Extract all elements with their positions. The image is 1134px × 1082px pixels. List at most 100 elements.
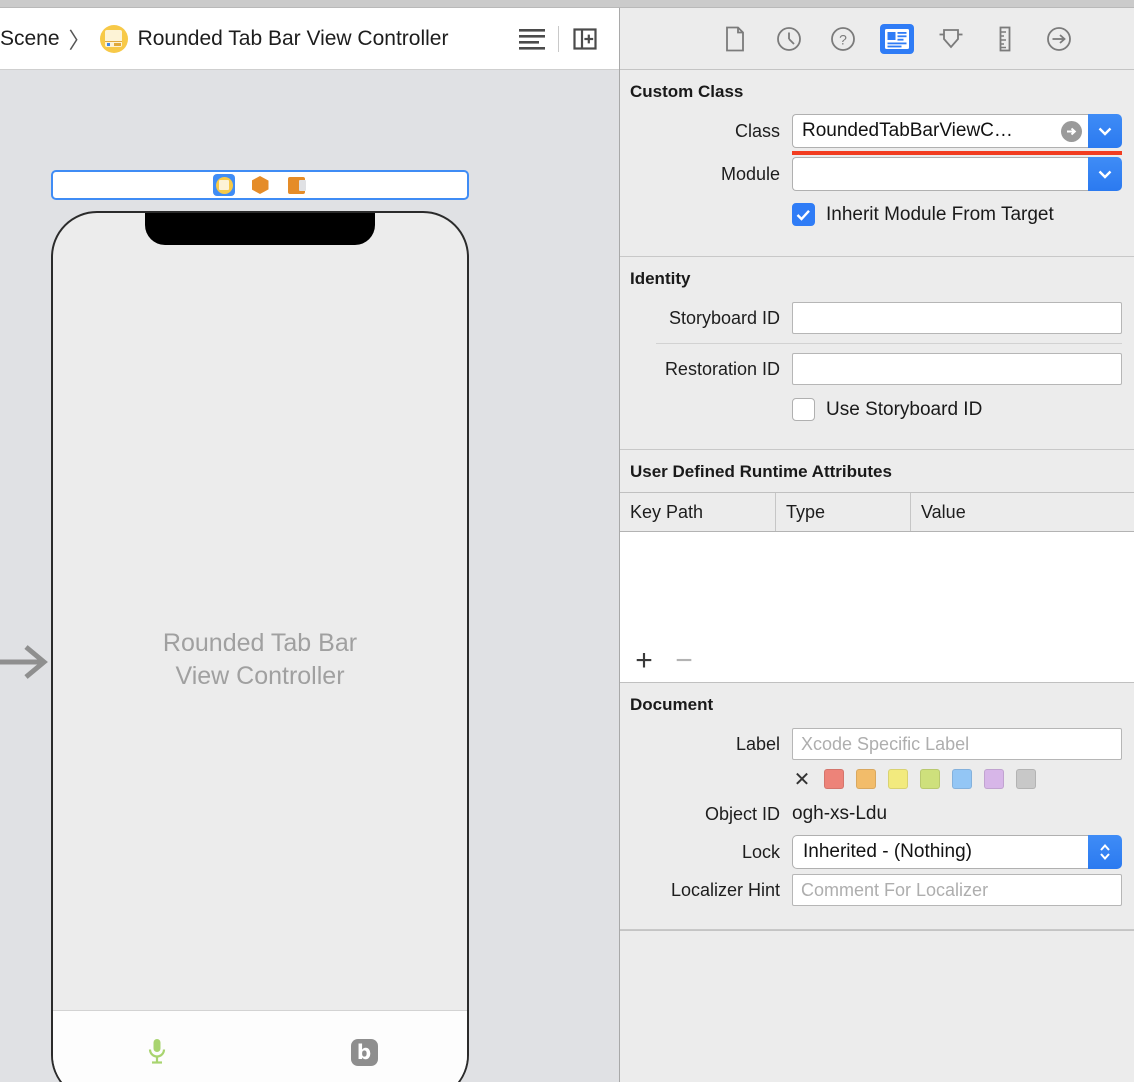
add-editor-icon[interactable] — [565, 19, 605, 59]
runtime-attributes-table-header: Key Path Type Value — [620, 492, 1134, 532]
module-dropdown-button[interactable] — [1088, 157, 1122, 191]
remove-attribute-button[interactable]: − — [672, 646, 696, 676]
custom-class-heading: Custom Class — [620, 70, 1134, 112]
color-swatch-blue[interactable] — [952, 769, 972, 789]
identity-inspector-tab[interactable] — [880, 24, 914, 54]
file-inspector-tab[interactable] — [718, 24, 752, 54]
class-value: RoundedTabBarViewC… — [802, 120, 1013, 142]
chevron-down-icon — [1097, 126, 1113, 136]
restoration-id-row: Restoration ID — [620, 350, 1134, 388]
breadcrumb-scene[interactable]: Scene — [0, 27, 60, 51]
breadcrumb-separator: 〉 — [69, 23, 91, 55]
localizer-hint-row: Localizer Hint Comment For Localizer — [620, 871, 1134, 909]
module-row: Module — [620, 155, 1134, 193]
placeholder-line-2: View Controller — [53, 660, 467, 693]
color-swatch-red[interactable] — [824, 769, 844, 789]
class-dropdown-button[interactable] — [1088, 114, 1122, 148]
attributes-inspector-tab[interactable] — [934, 24, 968, 54]
arrow-circle-right-icon — [1046, 26, 1072, 52]
object-id-value: ogh-xs-Ldu — [792, 803, 1122, 825]
inherit-module-label: Inherit Module From Target — [826, 204, 1054, 226]
use-storyboard-id-label: Use Storyboard ID — [826, 399, 982, 421]
color-swatch-purple[interactable] — [984, 769, 1004, 789]
lock-select[interactable]: Inherited - (Nothing) — [792, 835, 1122, 869]
class-input[interactable]: RoundedTabBarViewC… — [792, 114, 1088, 148]
first-responder-dock-icon[interactable] — [249, 174, 271, 196]
document-label-input[interactable]: Xcode Specific Label — [792, 728, 1122, 760]
chevron-up-down-icon — [1098, 842, 1112, 862]
localizer-hint-label: Localizer Hint — [630, 880, 792, 901]
inspector-empty-tail — [620, 930, 1134, 1082]
scene-dock — [51, 170, 469, 200]
tab-item-microphone[interactable] — [137, 1035, 177, 1069]
slider-shield-icon — [937, 26, 965, 52]
column-header-key-path[interactable]: Key Path — [620, 493, 775, 531]
b-badge-icon: b — [351, 1039, 378, 1066]
size-inspector-tab[interactable] — [988, 24, 1022, 54]
identity-section: Identity Storyboard ID Restoration ID Us… — [620, 257, 1134, 450]
question-icon: ? — [830, 26, 856, 52]
identity-card-icon — [884, 28, 910, 50]
breadcrumb: Scene 〉 Rounded Tab Bar View Controller — [0, 23, 512, 55]
device-preview[interactable]: Rounded Tab Bar View Controller — [51, 211, 469, 1082]
module-combo[interactable] — [792, 157, 1122, 191]
jump-to-definition-icon[interactable] — [1061, 121, 1082, 142]
placeholder-line-1: Rounded Tab Bar — [53, 627, 467, 660]
restoration-id-input[interactable] — [792, 353, 1122, 385]
class-row: Class RoundedTabBarViewC… — [620, 112, 1134, 150]
connections-inspector-tab[interactable] — [1042, 24, 1076, 54]
ruler-icon — [995, 26, 1015, 52]
jump-bar-divider — [558, 26, 559, 52]
lock-value: Inherited - (Nothing) — [792, 835, 1088, 869]
add-attribute-button[interactable]: + — [632, 646, 656, 676]
xcode-interface-builder-window: Scene 〉 Rounded Tab Bar View Controller — [0, 0, 1134, 1082]
file-icon — [724, 26, 746, 52]
chevron-down-icon — [1097, 169, 1113, 179]
view-controller-placeholder-title: Rounded Tab Bar View Controller — [53, 627, 467, 693]
inherit-module-row[interactable]: Inherit Module From Target — [620, 193, 1134, 238]
clock-icon — [776, 26, 802, 52]
color-swatch-green[interactable] — [920, 769, 940, 789]
inspector-tab-bar: ? — [620, 8, 1134, 70]
document-heading: Document — [620, 683, 1134, 725]
lock-stepper-button[interactable] — [1088, 835, 1122, 869]
jump-bar-tools — [512, 19, 605, 59]
breadcrumb-item-label[interactable]: Rounded Tab Bar View Controller — [138, 27, 449, 51]
view-controller-dock-icon[interactable] — [213, 174, 235, 196]
color-swatch-gray[interactable] — [1016, 769, 1036, 789]
lock-label: Lock — [630, 842, 792, 863]
jump-bar: Scene 〉 Rounded Tab Bar View Controller — [0, 8, 619, 70]
tab-item-b[interactable]: b — [344, 1035, 384, 1069]
class-label: Class — [630, 121, 792, 142]
clear-color-button[interactable]: ✕ — [792, 769, 812, 789]
microphone-icon — [145, 1037, 169, 1067]
document-outline-icon[interactable] — [512, 19, 552, 59]
svg-text:?: ? — [839, 31, 847, 47]
color-swatch-orange[interactable] — [856, 769, 876, 789]
color-swatch-yellow[interactable] — [888, 769, 908, 789]
use-storyboard-id-checkbox[interactable] — [792, 398, 815, 421]
quick-help-inspector-tab[interactable]: ? — [826, 24, 860, 54]
runtime-attributes-toolbar: + − — [620, 639, 1134, 683]
use-storyboard-id-row[interactable]: Use Storyboard ID — [620, 388, 1134, 433]
lock-row: Lock Inherited - (Nothing) — [620, 833, 1134, 871]
column-header-type[interactable]: Type — [775, 493, 910, 531]
column-header-value[interactable]: Value — [910, 493, 1134, 531]
localizer-hint-input[interactable]: Comment For Localizer — [792, 874, 1122, 906]
storyboard-id-row: Storyboard ID — [620, 299, 1134, 337]
custom-class-section: Custom Class Class RoundedTabBarViewC… — [620, 70, 1134, 257]
restoration-id-label: Restoration ID — [630, 359, 792, 380]
module-input[interactable] — [792, 157, 1088, 191]
runtime-attributes-table-body[interactable] — [620, 532, 1134, 639]
checkmark-icon — [796, 209, 811, 221]
storyboard-canvas[interactable]: Rounded Tab Bar View Controller — [0, 70, 619, 1082]
inherit-module-checkbox[interactable] — [792, 203, 815, 226]
storyboard-id-input[interactable] — [792, 302, 1122, 334]
runtime-attributes-section: User Defined Runtime Attributes Key Path… — [620, 450, 1134, 683]
exit-dock-icon[interactable] — [285, 174, 307, 196]
identity-heading: Identity — [620, 257, 1134, 299]
class-combo[interactable]: RoundedTabBarViewC… — [792, 114, 1122, 148]
label-color-swatches: ✕ — [620, 763, 1134, 795]
object-id-label: Object ID — [630, 804, 792, 825]
history-inspector-tab[interactable] — [772, 24, 806, 54]
